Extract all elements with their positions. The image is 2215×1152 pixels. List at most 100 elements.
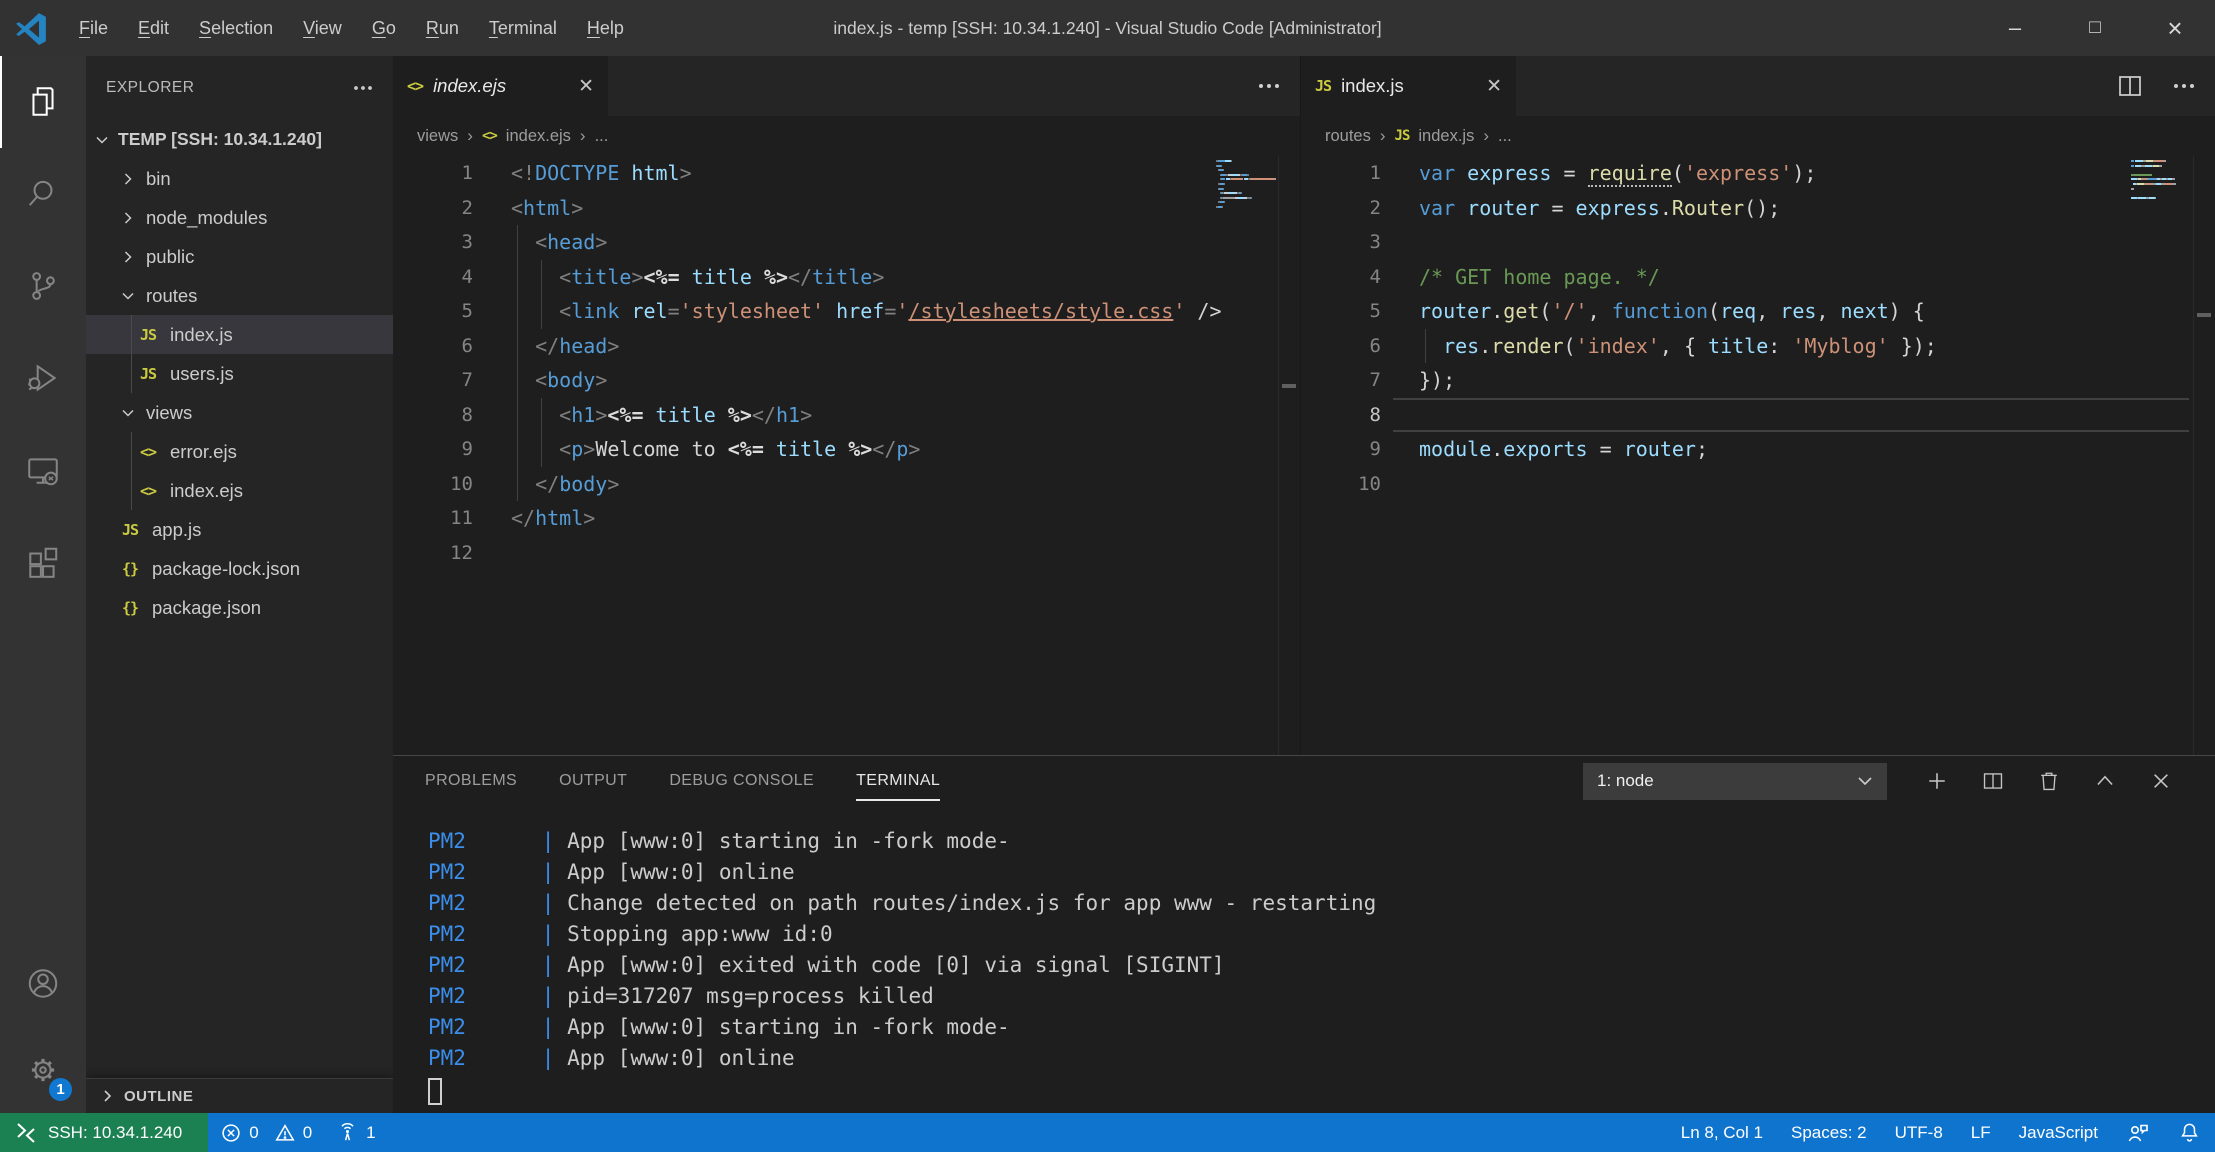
tree-item-node-modules[interactable]: node_modules <box>86 198 393 237</box>
js-file-icon: JS <box>1315 77 1331 95</box>
outline-section[interactable]: OUTLINE <box>86 1078 393 1113</box>
title-bar: FileEditSelectionViewGoRunTerminalHelp i… <box>0 0 2215 56</box>
terminal-cursor <box>428 1078 442 1105</box>
breadcrumb-item[interactable]: views <box>417 127 458 146</box>
activity-bar: 1 <box>0 56 86 1113</box>
source-control-icon[interactable] <box>0 240 86 332</box>
breadcrumb-item[interactable]: index.js <box>1418 127 1474 146</box>
menu-file[interactable]: File <box>64 0 123 56</box>
window-controls: – □ × <box>1975 0 2215 56</box>
scrollbar[interactable] <box>1278 156 1300 755</box>
panel-tab-problems[interactable]: PROBLEMS <box>425 756 517 806</box>
panel-toolbar: 1: node <box>1583 759 2215 803</box>
breadcrumb-item[interactable]: ... <box>1498 127 1512 146</box>
tree-item-bin[interactable]: bin <box>86 159 393 198</box>
split-editor-icon[interactable] <box>2117 73 2143 99</box>
notifications-button[interactable] <box>2164 1113 2215 1152</box>
menu-terminal[interactable]: Terminal <box>474 0 572 56</box>
feedback-button[interactable] <box>2112 1113 2164 1152</box>
ejs-file-icon: <> <box>140 482 170 500</box>
maximize-panel-icon[interactable] <box>2077 759 2133 803</box>
problems-status[interactable]: 0 0 <box>208 1113 324 1152</box>
terminal-line: PM2 | App [www:0] starting in -fork mode… <box>428 826 2215 857</box>
status-bar: SSH: 10.34.1.240 0 0 1 Ln 8, Col 1 Space… <box>0 1113 2215 1152</box>
terminal-select[interactable]: 1: node <box>1583 763 1887 800</box>
maximize-button[interactable]: □ <box>2055 0 2135 56</box>
panel-tab-output[interactable]: OUTPUT <box>559 756 627 806</box>
remote-explorer-icon[interactable] <box>0 424 86 516</box>
js-file-icon: JS <box>140 326 170 344</box>
breadcrumb-item[interactable]: index.ejs <box>506 127 571 146</box>
breadcrumb-item[interactable]: ... <box>595 127 609 146</box>
tree-item-index-js[interactable]: JSindex.js <box>86 315 393 354</box>
tree-item-index-ejs[interactable]: <>index.ejs <box>86 471 393 510</box>
tree-root-folder[interactable]: TEMP [SSH: 10.34.1.240] <box>86 120 393 159</box>
remote-indicator[interactable]: SSH: 10.34.1.240 <box>0 1113 208 1152</box>
kill-terminal-icon[interactable] <box>2021 759 2077 803</box>
tree-item-routes[interactable]: routes <box>86 276 393 315</box>
menu-run[interactable]: Run <box>411 0 474 56</box>
feedback-icon <box>2126 1121 2150 1145</box>
close-button[interactable]: × <box>2135 0 2215 56</box>
tree-item-app-js[interactable]: JSapp.js <box>86 510 393 549</box>
indentation-setting[interactable]: Spaces: 2 <box>1777 1113 1881 1152</box>
tree-item-error-ejs[interactable]: <>error.ejs <box>86 432 393 471</box>
code-editor[interactable]: 1<!DOCTYPE html>2<html>3 <head>4 <title>… <box>393 156 1300 755</box>
panel-tab-terminal[interactable]: TERMINAL <box>856 756 940 806</box>
menu-selection[interactable]: Selection <box>184 0 288 56</box>
forwarded-ports[interactable]: 1 <box>324 1113 387 1152</box>
explorer-icon[interactable] <box>0 56 86 148</box>
settings-gear-icon[interactable]: 1 <box>0 1027 86 1113</box>
tree-item-users-js[interactable]: JSusers.js <box>86 354 393 393</box>
editor-group-right: JS index.js ✕ routes›JSindex.js›...1var … <box>1300 56 2215 755</box>
tree-item-package-lock-json[interactable]: {}package-lock.json <box>86 549 393 588</box>
close-panel-icon[interactable] <box>2133 759 2189 803</box>
panel-tab-debug-console[interactable]: DEBUG CONSOLE <box>669 756 814 806</box>
editor-more-actions-icon[interactable] <box>1258 83 1280 89</box>
menu-help[interactable]: Help <box>572 0 639 56</box>
language-mode[interactable]: JavaScript <box>2005 1113 2112 1152</box>
cursor-position[interactable]: Ln 8, Col 1 <box>1667 1113 1777 1152</box>
split-terminal-icon[interactable] <box>1965 759 2021 803</box>
explorer-sidebar: EXPLORER TEMP [SSH: 10.34.1.240]binnode_… <box>86 56 393 1113</box>
account-icon[interactable] <box>0 941 86 1027</box>
tree-item-package-json[interactable]: {}package.json <box>86 588 393 627</box>
breadcrumb: views›<>index.ejs›... <box>393 116 1300 156</box>
editor-more-actions-icon[interactable] <box>2173 83 2195 89</box>
json-file-icon: {} <box>122 560 152 578</box>
search-icon[interactable] <box>0 148 86 240</box>
menu-view[interactable]: View <box>288 0 357 56</box>
js-file-icon: JS <box>122 521 152 539</box>
tree-item-views[interactable]: views <box>86 393 393 432</box>
menu-go[interactable]: Go <box>357 0 411 56</box>
tab-index.ejs[interactable]: <> index.ejs ✕ <box>393 56 608 116</box>
run-debug-icon[interactable] <box>0 332 86 424</box>
extensions-icon[interactable] <box>0 516 86 608</box>
close-tab-icon[interactable]: ✕ <box>578 75 594 98</box>
tree-item-public[interactable]: public <box>86 237 393 276</box>
close-tab-icon[interactable]: ✕ <box>1486 75 1502 98</box>
tab-bar: JS index.js ✕ <box>1301 56 2215 116</box>
vscode-window: FileEditSelectionViewGoRunTerminalHelp i… <box>0 0 2215 1152</box>
bell-icon <box>2178 1121 2201 1144</box>
menu-bar: FileEditSelectionViewGoRunTerminalHelp <box>64 0 639 56</box>
minimize-button[interactable]: – <box>1975 0 2055 56</box>
ejs-file-icon: <> <box>140 443 170 461</box>
scrollbar[interactable] <box>2193 156 2215 755</box>
panel: PROBLEMS OUTPUT DEBUG CONSOLE TERMINAL 1: n… <box>393 755 2215 1113</box>
tab-bar: <> index.ejs ✕ <box>393 56 1300 116</box>
encoding-setting[interactable]: UTF-8 <box>1881 1113 1957 1152</box>
eol-setting[interactable]: LF <box>1957 1113 2005 1152</box>
new-terminal-icon[interactable] <box>1909 759 1965 803</box>
minimap[interactable] <box>1216 160 1276 215</box>
terminal-output[interactable]: PM2 | App [www:0] starting in -fork mode… <box>393 806 2215 1113</box>
breadcrumb-item[interactable]: routes <box>1325 127 1371 146</box>
minimap[interactable] <box>2131 160 2191 206</box>
vscode-logo-icon <box>14 11 48 45</box>
editor-area: <> index.ejs ✕ views›<>index.ejs›...1<!D… <box>393 56 2215 755</box>
explorer-more-actions-icon[interactable] <box>353 85 373 91</box>
terminal-line: PM2 | App [www:0] online <box>428 857 2215 888</box>
code-editor[interactable]: 1var express = require('express');2var r… <box>1301 156 2215 755</box>
menu-edit[interactable]: Edit <box>123 0 184 56</box>
tab-index.js[interactable]: JS index.js ✕ <box>1301 56 1516 116</box>
